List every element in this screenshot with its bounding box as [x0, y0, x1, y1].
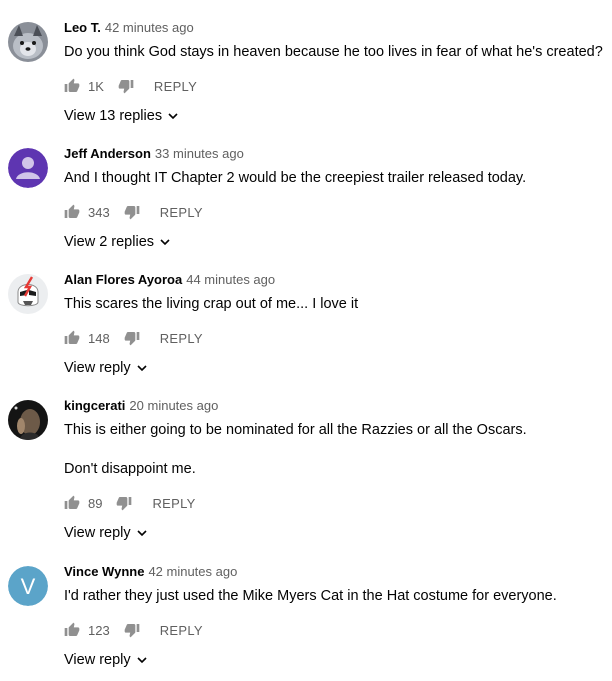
view-replies-label: View 2 replies [64, 234, 155, 250]
comment-text: And I thought IT Chapter 2 would be the … [64, 170, 527, 186]
comment-text: This scares the living crap out of me...… [64, 296, 359, 312]
thumb-down-icon[interactable] [116, 495, 132, 511]
thumb-up-icon[interactable] [64, 204, 80, 220]
view-replies-button[interactable]: View reply [64, 650, 604, 670]
view-replies-label: View 13 replies [64, 108, 163, 124]
chevron-down-icon [136, 362, 148, 374]
thumb-up-icon[interactable] [64, 622, 80, 638]
avatar[interactable] [8, 22, 48, 62]
timestamp[interactable]: 33 minutes ago [155, 146, 244, 161]
author-name[interactable]: Leo T. [64, 20, 101, 35]
timestamp[interactable]: 44 minutes ago [186, 272, 275, 287]
view-replies-button[interactable]: View 2 replies [64, 232, 604, 252]
chevron-down-icon [159, 236, 171, 248]
chevron-down-icon [167, 110, 179, 122]
reply-button[interactable]: REPLY [160, 331, 203, 346]
timestamp[interactable]: 42 minutes ago [148, 564, 237, 579]
view-replies-label: View reply [64, 652, 131, 668]
author-name[interactable]: Alan Flores Ayoroa [64, 272, 182, 287]
avatar[interactable]: V [8, 566, 48, 606]
like-count: 1K [88, 78, 104, 94]
avatar[interactable] [8, 274, 48, 314]
thumb-down-icon[interactable] [124, 622, 140, 638]
reply-button[interactable]: REPLY [160, 623, 203, 638]
avatar[interactable] [8, 148, 48, 188]
timestamp[interactable]: 42 minutes ago [105, 20, 194, 35]
like-count: 123 [88, 622, 110, 638]
comment-text: I'd rather they just used the Mike Myers… [64, 588, 557, 604]
comment-text: Don't disappoint me. [64, 461, 196, 477]
like-count: 343 [88, 204, 110, 220]
avatar[interactable] [8, 400, 48, 440]
like-count: 89 [88, 495, 103, 511]
view-replies-label: View reply [64, 360, 131, 376]
view-replies-button[interactable]: View reply [64, 523, 604, 543]
thumb-up-icon[interactable] [64, 330, 80, 346]
chevron-down-icon [136, 654, 148, 666]
avatar-letter: V [21, 574, 36, 599]
thumb-down-icon[interactable] [118, 78, 134, 94]
view-replies-button[interactable]: View reply [64, 358, 604, 378]
author-name[interactable]: kingcerati [64, 398, 125, 413]
comment-text: Do you think God stays in heaven because… [64, 44, 603, 60]
like-count: 148 [88, 330, 110, 346]
thumb-up-icon[interactable] [64, 78, 80, 94]
thumb-down-icon[interactable] [124, 204, 140, 220]
comment-text: This is either going to be nominated for… [64, 422, 527, 438]
reply-button[interactable]: REPLY [152, 496, 195, 511]
thumb-up-icon[interactable] [64, 495, 80, 511]
reply-button[interactable]: REPLY [160, 205, 203, 220]
timestamp[interactable]: 20 minutes ago [129, 398, 218, 413]
chevron-down-icon [136, 527, 148, 539]
reply-button[interactable]: REPLY [154, 79, 197, 94]
view-replies-label: View reply [64, 525, 131, 541]
author-name[interactable]: Jeff Anderson [64, 146, 151, 161]
thumb-down-icon[interactable] [124, 330, 140, 346]
author-name[interactable]: Vince Wynne [64, 564, 144, 579]
view-replies-button[interactable]: View 13 replies [64, 106, 604, 126]
